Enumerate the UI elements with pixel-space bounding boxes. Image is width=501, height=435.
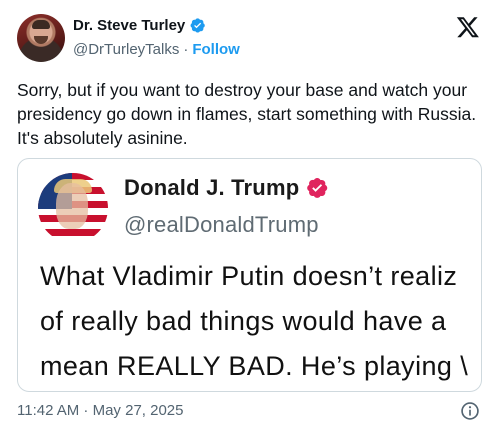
verified-badge-icon (190, 18, 206, 33)
author-avatar[interactable] (17, 14, 65, 62)
quoted-post-image[interactable]: Donald J. Trump @realDonaldTrump What Vl… (17, 158, 482, 392)
separator-dot: · (183, 41, 189, 58)
x-logo-icon[interactable] (456, 15, 480, 39)
quoted-text-line: of really bad things would have a (40, 306, 447, 336)
author-handle-row: @DrTurleyTalks · Follow (73, 41, 240, 58)
quoted-text-line: mean REALLY BAD. He’s playing \ (40, 351, 469, 381)
quoted-name-row: Donald J. Trump (124, 175, 329, 201)
tweet-card: Dr. Steve Turley @DrTurleyTalks · Follow… (0, 0, 501, 435)
post-timestamp[interactable]: 11:42 AM · May 27, 2025 (17, 402, 184, 419)
author-name-row: Dr. Steve Turley (73, 17, 206, 34)
quoted-author-avatar (38, 173, 108, 243)
quoted-display-name: Donald J. Trump (124, 175, 300, 200)
author-display-name[interactable]: Dr. Steve Turley (73, 17, 185, 34)
quoted-handle: @realDonaldTrump (124, 212, 319, 237)
author-handle[interactable]: @DrTurleyTalks (73, 41, 179, 58)
quoted-text-line: What Vladimir Putin doesn’t realiz (40, 261, 458, 291)
tweet-text: Sorry, but if you want to destroy your b… (17, 80, 477, 148)
quoted-verified-badge-icon (307, 177, 328, 198)
info-icon[interactable] (460, 401, 480, 421)
follow-button[interactable]: Follow (192, 41, 240, 58)
